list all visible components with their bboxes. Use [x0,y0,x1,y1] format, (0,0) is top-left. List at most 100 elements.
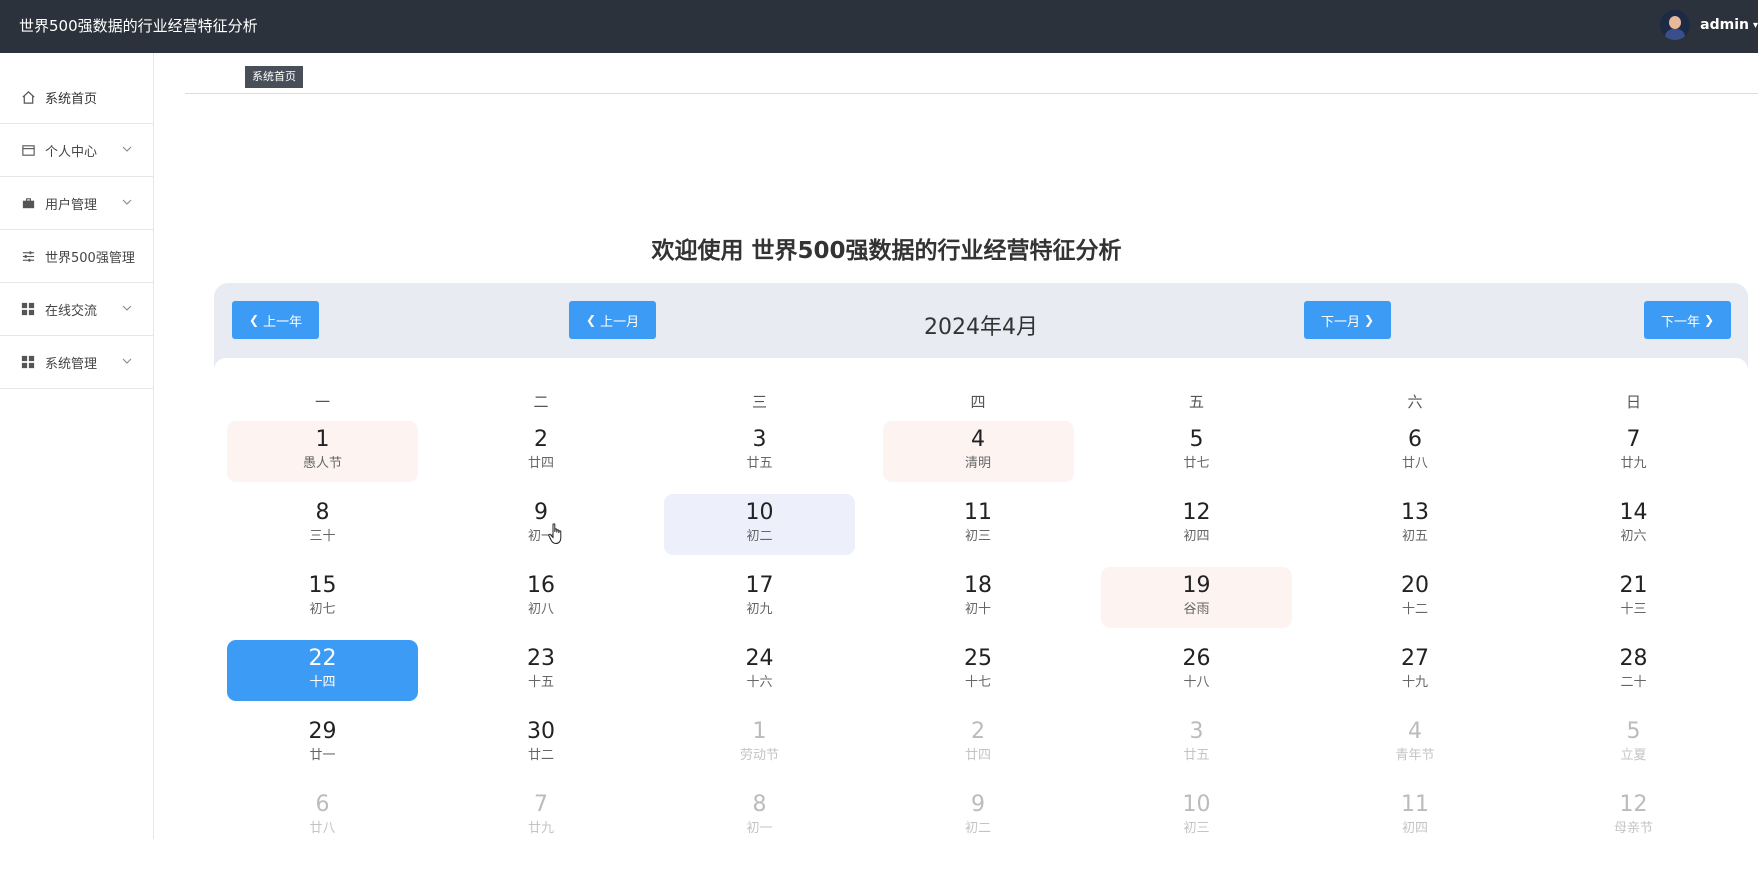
sidebar-item-top500-management[interactable]: 世界500强管理 [0,230,153,283]
day-number: 18 [964,573,992,598]
day-number: 7 [1626,427,1641,452]
lunar-date: 初九 [746,602,773,617]
weekday-header: 五 [1188,393,1204,411]
calendar-day[interactable]: 1 愚人节 [227,421,418,482]
sidebar-item-user-management[interactable]: 用户管理 [0,177,153,230]
lunar-date: 十九 [1401,675,1428,690]
calendar-day[interactable]: 1 劳动节 [664,713,855,774]
weekday-header: 二 [533,393,549,411]
calendar-day[interactable]: 4 青年节 [1320,713,1511,774]
calendar-day[interactable]: 2 廿四 [446,421,637,482]
calendar-day[interactable]: 25 十七 [883,640,1074,701]
lunar-date: 廿四 [527,456,554,471]
prev-year-button[interactable]: ❮ 上一年 [232,301,320,339]
calendar-day[interactable]: 8 三十 [227,494,418,555]
day-number: 13 [1401,500,1429,525]
calendar-day[interactable]: 29 廿一 [227,713,418,774]
day-number: 6 [315,792,330,817]
lunar-date: 谷雨 [1183,602,1210,617]
calendar-day[interactable]: 3 廿五 [1101,713,1292,774]
calendar-day[interactable]: 16 初八 [446,567,637,628]
weekday-header: 日 [1625,393,1641,411]
next-month-button[interactable]: 下一月 ❯ [1304,301,1392,339]
breadcrumb: 系统首页 [185,53,1758,94]
calendar-day[interactable]: 21 十三 [1538,567,1729,628]
lunar-date: 劳动节 [739,748,779,763]
day-number: 7 [534,792,548,817]
calendar-day[interactable]: 27 十九 [1320,640,1511,701]
calendar-day[interactable]: 15 初七 [227,567,418,628]
calendar-day[interactable]: 30 廿二 [446,713,637,774]
user-menu[interactable]: admin ▾ [1660,10,1758,40]
user-name[interactable]: admin [1700,17,1749,33]
calendar-day[interactable]: 7 廿九 [446,786,637,847]
calendar-day[interactable]: 11 初四 [1320,786,1511,847]
calendar-day[interactable]: 10 初三 [1101,786,1292,847]
calendar-day[interactable]: 18 初十 [883,567,1074,628]
top-bar: 世界500强数据的行业经营特征分析 admin ▾ [0,0,1758,53]
calendar-day[interactable]: 5 廿七 [1101,421,1292,482]
lunar-date: 初八 [527,602,554,617]
sidebar-item-home[interactable]: 系统首页 [0,71,153,124]
calendar-day[interactable]: 23 十五 [446,640,637,701]
calendar-day[interactable]: 14 初六 [1538,494,1729,555]
sidebar-item-personal-center[interactable]: 个人中心 [0,124,153,177]
weekday-header: 一 [314,393,330,411]
day-number: 4 [1408,719,1422,744]
sidebar-item-label: 系统管理 [45,356,98,372]
prev-month-button[interactable]: ❮ 上一月 [569,301,657,339]
lunar-date: 廿五 [1183,748,1210,763]
calendar-day[interactable]: 6 廿八 [1320,421,1511,482]
breadcrumb-tag-home[interactable]: 系统首页 [245,66,303,88]
calendar-day[interactable]: 13 初五 [1320,494,1511,555]
sidebar-item-online-chat[interactable]: 在线交流 [0,283,153,336]
calendar-day[interactable]: 11 初三 [883,494,1074,555]
day-number: 26 [1182,646,1211,671]
calendar-day[interactable]: 3 廿五 [664,421,855,482]
sidebar-item-system-management[interactable]: 系统管理 [0,336,153,389]
day-number: 1 [315,427,330,452]
lunar-date: 廿九 [1620,456,1647,471]
calendar-day[interactable]: 22 十四 [227,640,418,701]
calendar-day[interactable]: 8 初一 [664,786,855,847]
calendar-day[interactable]: 2 廿四 [883,713,1074,774]
calendar-day[interactable]: 17 初九 [664,567,855,628]
lunar-date: 二十 [1620,675,1647,690]
day-number: 4 [971,427,985,452]
calendar-day[interactable]: 24 十六 [664,640,855,701]
day-number: 9 [971,792,985,817]
day-number: 14 [1619,500,1648,525]
day-number: 10 [1182,792,1211,817]
chevron-right-icon: ❯ [1364,313,1375,327]
lunar-date: 初五 [1401,529,1428,544]
calendar-day[interactable]: 5 立夏 [1538,713,1729,774]
day-number: 8 [315,500,330,525]
avatar[interactable] [1660,10,1691,40]
day-number: 21 [1619,573,1648,598]
lunar-date: 初二 [746,529,773,544]
calendar-day[interactable]: 26 十八 [1101,640,1292,701]
calendar-day[interactable]: 4 清明 [882,421,1074,482]
calendar-day[interactable]: 20 十二 [1320,567,1511,628]
sidebar-item-label: 用户管理 [45,197,98,213]
day-number: 15 [308,573,337,598]
next-year-button[interactable]: 下一年 ❯ [1644,301,1732,339]
day-number: 29 [308,719,337,744]
calendar-day[interactable]: 9 初一 [446,494,637,555]
calendar-day[interactable]: 12 初四 [1101,494,1292,555]
calendar-day[interactable]: 28 二十 [1538,640,1729,701]
calendar-day[interactable]: 12 母亲节 [1538,786,1729,847]
calendar-day[interactable]: 7 廿九 [1538,421,1729,482]
caret-down-icon[interactable]: ▾ [1753,20,1758,31]
calendar-day[interactable]: 10 初二 [664,494,855,555]
lunar-date: 十三 [1620,602,1647,617]
lunar-date: 初六 [1620,529,1647,544]
day-number: 11 [1401,792,1429,817]
calendar-day[interactable]: 6 廿八 [227,786,418,847]
calendar-day[interactable]: 19 谷雨 [1101,567,1292,628]
day-number: 28 [1619,646,1648,671]
lunar-date: 廿二 [527,748,554,763]
sidebar-item-label: 系统首页 [45,91,98,107]
calendar-day[interactable]: 9 初二 [883,786,1074,847]
welcome-title: 欢迎使用 世界500强数据的行业经营特征分析 [651,238,1122,264]
